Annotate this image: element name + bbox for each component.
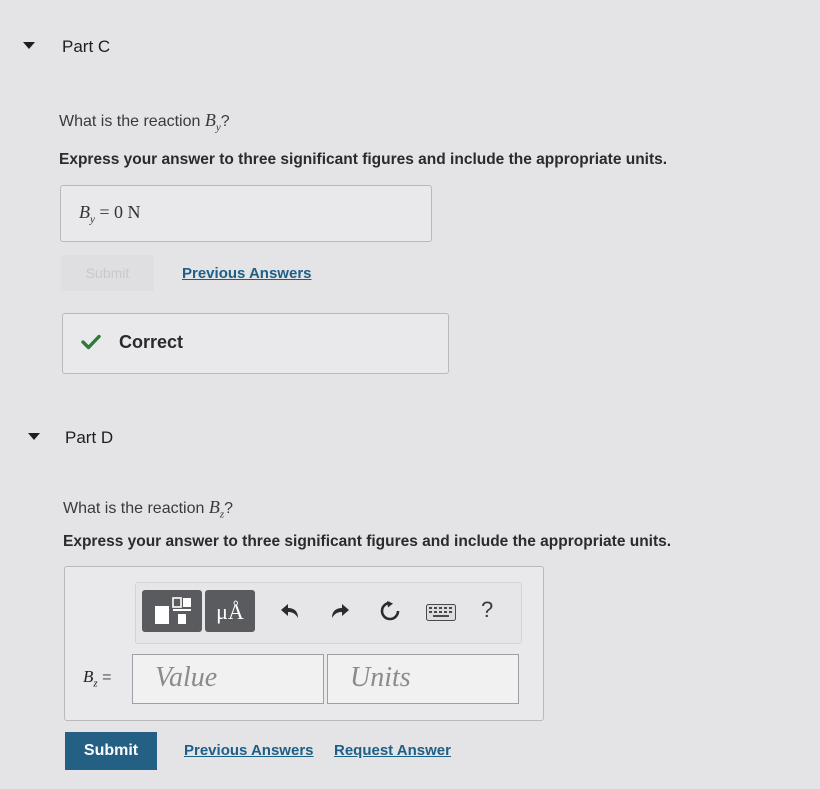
checkmark-icon	[81, 334, 101, 350]
part-d-submit-button[interactable]: Submit	[65, 732, 157, 770]
part-c-submit-button: Submit	[61, 255, 154, 291]
part-d-previous-answers-link[interactable]: Previous Answers	[184, 742, 314, 759]
part-d-title[interactable]: Part D	[65, 428, 113, 448]
redo-icon[interactable]	[329, 601, 351, 621]
value-input[interactable]: Value	[132, 654, 324, 704]
math-toolbar: μÅ ?	[135, 582, 522, 644]
units-input[interactable]: Units	[327, 654, 519, 704]
help-icon[interactable]: ?	[481, 597, 493, 623]
part-c-title[interactable]: Part C	[62, 37, 110, 57]
input-variable: Bz	[83, 667, 98, 690]
part-c-answer-box: By = 0 N	[60, 185, 432, 242]
templates-icon	[155, 597, 191, 624]
correct-feedback-box: Correct	[62, 313, 449, 374]
reset-icon[interactable]	[379, 600, 401, 622]
part-c-question: What is the reaction By?	[59, 110, 230, 134]
request-answer-link[interactable]: Request Answer	[334, 742, 451, 759]
undo-icon[interactable]	[279, 601, 301, 621]
reaction-variable: By	[204, 110, 221, 134]
input-label: Bz =	[83, 667, 111, 689]
templates-button[interactable]	[142, 590, 202, 632]
value-placeholder: Value	[155, 662, 218, 693]
answer-variable: By	[79, 202, 95, 226]
collapse-caret-icon[interactable]	[28, 433, 40, 440]
input-equals: =	[102, 669, 112, 686]
submitted-answer: By = 0 N	[79, 202, 141, 226]
part-d-answer-panel: μÅ ? Bz = Value Units	[64, 566, 544, 721]
question-suffix: ?	[220, 113, 230, 130]
question-suffix: ?	[224, 500, 234, 517]
part-d-instruction: Express your answer to three significant…	[63, 533, 672, 550]
units-placeholder: Units	[350, 662, 411, 693]
question-prefix: What is the reaction	[59, 113, 205, 130]
units-symbol-button[interactable]: μÅ	[205, 590, 255, 632]
units-symbol: μÅ	[216, 599, 244, 624]
part-d-question: What is the reaction Bz?	[63, 497, 233, 521]
reaction-variable: Bz	[208, 497, 225, 521]
question-prefix: What is the reaction	[63, 500, 209, 517]
collapse-caret-icon[interactable]	[23, 42, 35, 49]
feedback-text: Correct	[119, 332, 184, 352]
part-c-previous-answers-link[interactable]: Previous Answers	[182, 265, 312, 282]
answer-value: = 0 N	[99, 202, 141, 222]
keyboard-icon[interactable]	[426, 604, 456, 621]
part-c-instruction: Express your answer to three significant…	[59, 151, 668, 168]
